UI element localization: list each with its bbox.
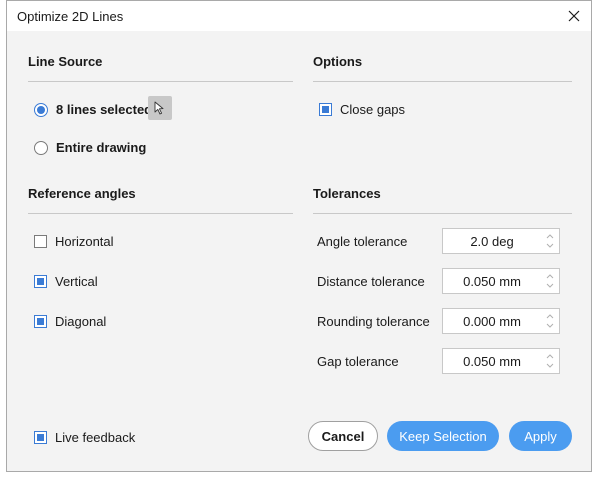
checkbox-label: Horizontal <box>55 234 114 249</box>
divider <box>28 213 293 214</box>
divider <box>313 213 572 214</box>
divider <box>28 81 293 82</box>
vertical-checkbox[interactable]: Vertical <box>34 274 98 289</box>
checkbox-label: Diagonal <box>55 314 107 329</box>
rounding-tolerance-spinbox[interactable]: 0.000 mm <box>442 308 560 334</box>
radio-selected-lines[interactable]: 8 lines selected <box>34 102 152 117</box>
distance-tolerance-spinbox[interactable]: 0.050 mm <box>442 268 560 294</box>
spinner-arrows-icon[interactable] <box>545 311 555 331</box>
keep-selection-button[interactable]: Keep Selection <box>387 421 499 451</box>
spinbox-value[interactable]: 0.000 mm <box>443 309 541 333</box>
spinbox-value[interactable]: 0.050 mm <box>443 349 541 373</box>
radio-button[interactable] <box>34 102 48 117</box>
checkbox-label: Live feedback <box>55 430 136 445</box>
optimize-dialog: Optimize 2D Lines Line Source 8 lines se… <box>6 0 592 472</box>
angle-tolerance-spinbox[interactable]: 2.0 deg <box>442 228 560 254</box>
window-title: Optimize 2D Lines <box>17 9 124 24</box>
diagonal-checkbox[interactable]: Diagonal <box>34 314 106 329</box>
angle-tolerance-label: Angle tolerance <box>317 234 408 249</box>
cancel-button[interactable]: Cancel <box>308 421 378 451</box>
checkbox-label: Close gaps <box>340 102 406 117</box>
rounding-tolerance-label: Rounding tolerance <box>317 314 430 329</box>
live-feedback-checkbox[interactable]: Live feedback <box>34 430 135 445</box>
checkbox[interactable] <box>319 103 332 116</box>
pick-lines-button[interactable] <box>148 96 172 120</box>
gap-tolerance-spinbox[interactable]: 0.050 mm <box>442 348 560 374</box>
distance-tolerance-label: Distance tolerance <box>317 274 425 289</box>
options-title: Options <box>313 54 363 69</box>
divider <box>313 81 572 82</box>
horizontal-checkbox[interactable]: Horizontal <box>34 234 114 249</box>
checkbox[interactable] <box>34 315 47 328</box>
spinner-arrows-icon[interactable] <box>545 271 555 291</box>
spinner-arrows-icon[interactable] <box>545 231 555 251</box>
spinbox-value[interactable]: 2.0 deg <box>443 229 541 253</box>
checkbox-label: Vertical <box>55 274 98 289</box>
checkbox[interactable] <box>34 275 47 288</box>
spinner-arrows-icon[interactable] <box>545 351 555 371</box>
line-source-title: Line Source <box>28 54 103 69</box>
title-bar: Optimize 2D Lines <box>7 1 591 31</box>
apply-button[interactable]: Apply <box>509 421 572 451</box>
radio-label: Entire drawing <box>56 140 147 155</box>
close-gaps-checkbox[interactable]: Close gaps <box>319 102 405 117</box>
cursor-arrow-icon <box>154 101 164 115</box>
radio-label: 8 lines selected <box>56 102 153 117</box>
radio-entire-drawing[interactable]: Entire drawing <box>34 140 146 155</box>
checkbox[interactable] <box>34 431 47 444</box>
close-button[interactable] <box>563 5 585 27</box>
reference-angles-title: Reference angles <box>28 186 136 201</box>
tolerances-title: Tolerances <box>313 186 381 201</box>
radio-button[interactable] <box>34 140 48 155</box>
gap-tolerance-label: Gap tolerance <box>317 354 399 369</box>
checkbox[interactable] <box>34 235 47 248</box>
close-icon <box>568 10 580 22</box>
spinbox-value[interactable]: 0.050 mm <box>443 269 541 293</box>
